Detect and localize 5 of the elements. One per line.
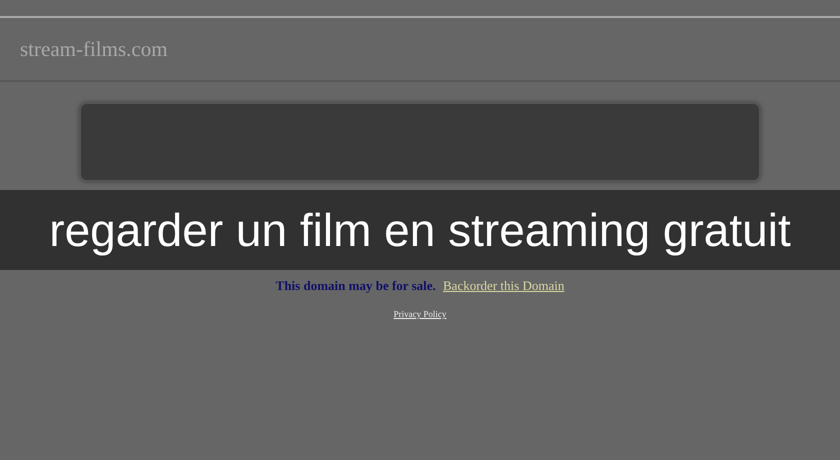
backorder-link[interactable]: Backorder this Domain [443,278,564,293]
caption-text: regarder un film en streaming gratuit [49,203,791,257]
privacy-policy-link[interactable]: Privacy Policy [394,309,446,319]
site-name: stream-films.com [20,36,168,62]
sale-notice: This domain may be for sale. [276,278,436,293]
